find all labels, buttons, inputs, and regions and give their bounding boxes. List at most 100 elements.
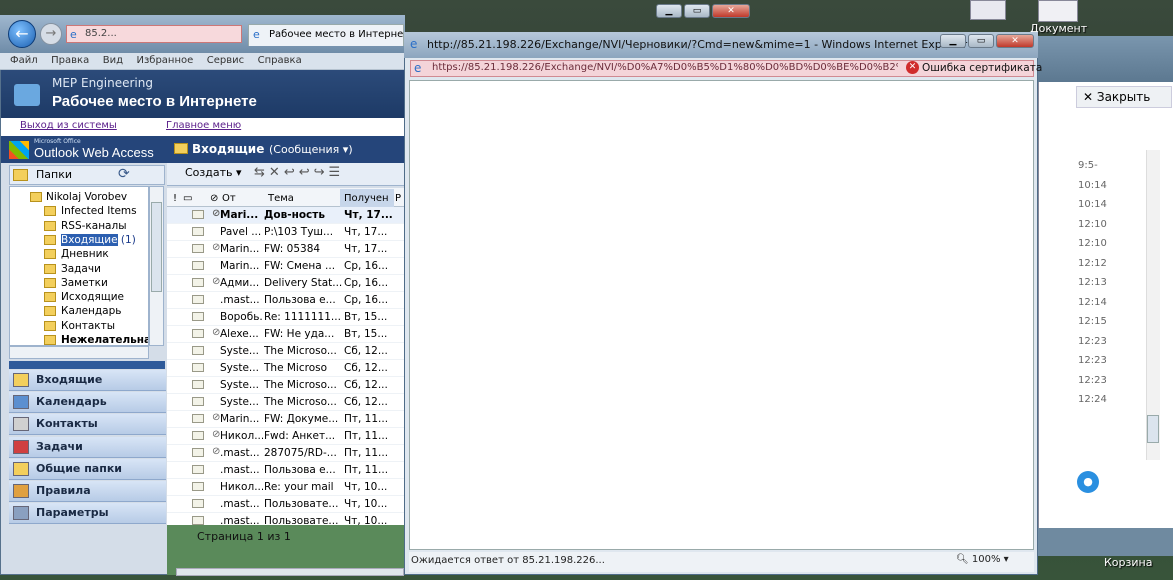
nav-splitter[interactable] [9,361,165,369]
ie-icon: e [410,37,418,51]
message-date: Чт, 10... [344,481,388,493]
message-row[interactable]: Syste... The Microso... Сб, 12... [167,343,404,360]
folder-item[interactable]: Задачи [61,263,101,275]
refresh-icon[interactable]: ⟳ [118,166,130,182]
menu-view[interactable]: Вид [103,53,123,69]
envelope-icon [192,499,204,508]
folder-item[interactable]: Календарь [61,305,121,317]
folder-item[interactable]: Контакты [61,320,115,332]
message-row[interactable]: .mast... Пользовате... Чт, 10... [167,513,404,525]
nav-button[interactable]: Входящие [9,370,166,391]
scrollbar-thumb[interactable] [151,202,162,292]
menu-help[interactable]: Справка [258,53,302,69]
message-row[interactable]: Syste... The Microso... Сб, 12... [167,394,404,411]
menu-file[interactable]: Файл [10,53,38,69]
folder-item[interactable]: Входящие (1) [61,233,136,246]
folder-item[interactable]: RSS-каналы [61,220,127,232]
browser-tab[interactable]: Рабочее место в Интернете [248,24,404,46]
message-row[interactable]: ⊘ Адми... Delivery Stat... Ср, 16... [167,275,404,292]
nav-button[interactable]: Задачи [9,436,166,458]
message-row[interactable]: .mast... Пользовате... Чт, 10... [167,496,404,513]
folder-icon [44,249,56,260]
create-button[interactable]: Создать ▾ [185,166,242,179]
reply-all-icon[interactable]: ↩ [299,165,314,180]
folder-item[interactable]: Дневник [61,248,109,260]
importance-col-icon[interactable]: ! [173,193,177,204]
nav-button[interactable]: Правила [9,481,166,502]
column-from[interactable]: От [222,193,236,204]
attach-col-icon[interactable]: ⊘ [210,193,218,204]
folder-item[interactable]: Заметки [61,277,108,289]
nav-button[interactable]: Общие папки [9,458,166,480]
minimize-icon[interactable]: ▁ [940,34,966,48]
forward-button[interactable]: → [40,23,62,45]
menu-favorites[interactable]: Избранное [136,53,193,69]
time-label: 12:13 [1078,277,1107,288]
message-date: Пт, 11... [344,447,389,459]
list-view-icon[interactable]: ☰ [329,165,345,180]
envelope-icon [192,380,204,389]
nav-button[interactable]: Контакты [9,414,166,436]
message-row[interactable]: ⊘ Alexe... FW: Не уда... Вт, 15... [167,326,404,343]
message-row[interactable]: Никол... Re: your mail Чт, 10... [167,479,404,496]
home-link[interactable]: Главное меню [166,120,241,131]
popup-url[interactable]: https://85.21.198.226/Exchange/NVI/%D0%A… [432,62,898,73]
message-row[interactable]: Воробь...Re: 1111111...Вт, 15... [167,309,404,326]
minimize-icon[interactable]: ▁ [656,4,682,18]
cert-error-icon[interactable]: ✕ [906,61,919,74]
maximize-icon[interactable]: ▭ [968,34,994,48]
popup-title: http://85.21.198.226/Exchange/NVI/Чернов… [427,38,968,51]
scrollbar-thumb[interactable] [1147,415,1159,443]
close-button[interactable]: ✕ Закрыть [1076,86,1172,108]
vertical-scrollbar[interactable] [1146,150,1160,460]
close-icon[interactable]: ✕ [712,4,750,18]
time-label: 12:10 [1078,218,1107,230]
address-bar[interactable]: 85.2... [66,25,242,43]
back-button[interactable]: ← [8,20,36,48]
delete-icon[interactable]: ✕ [269,165,284,180]
message-from: Адми... [220,277,260,289]
column-size[interactable]: Р [395,193,401,204]
forward-icon[interactable]: ↪ [314,165,329,180]
column-subject[interactable]: Тема [268,193,294,204]
recycle-bin-label[interactable]: Корзина [1104,556,1152,569]
nav-button[interactable]: Параметры [9,503,166,525]
message-row[interactable]: .mast... Пользова е... Ср, 16... [167,292,404,309]
message-date: Ср, 16... [344,277,389,289]
cert-error-label[interactable]: Ошибка сертификата [922,62,1042,74]
document-icon[interactable] [1038,0,1078,22]
message-row[interactable]: Syste... The Microso Сб, 12... [167,360,404,377]
menu-edit[interactable]: Правка [51,53,89,69]
message-row[interactable]: Syste... The Microso... Сб, 12... [167,377,404,394]
folder-item[interactable]: Nikolaj Vorobev [46,191,127,203]
message-row[interactable]: Marin... FW: Смена ... Ср, 16... [167,258,404,275]
logout-link[interactable]: Выход из системы [20,120,117,131]
desktop-document-label[interactable]: Документ [1030,22,1087,35]
reply-icon[interactable]: ↩ [284,165,299,180]
message-row[interactable]: ⊘ .mast... 287075/RD-... Пт, 11... [167,445,404,462]
message-row[interactable]: ⊘ Никол... Fwd: Анкет... Пт, 11... [167,428,404,445]
chat-icon[interactable]: ● [1077,471,1099,493]
horizontal-scrollbar[interactable] [176,568,404,576]
folder-item[interactable]: Нежелательна [61,334,148,345]
folder-item[interactable]: Исходящие [61,291,124,303]
column-received[interactable]: Получен [344,193,389,204]
message-row[interactable]: ⊘ Marin... FW: 05384 Чт, 17... [167,241,404,258]
nav-button[interactable]: Календарь [9,392,166,414]
nav-icon [13,417,29,432]
desktop-icon[interactable] [970,0,1006,20]
message-row[interactable]: ⊘ Marin... FW: Докуме... Пт, 11... [167,411,404,428]
type-col-icon[interactable]: ▭ [183,193,192,204]
maximize-icon[interactable]: ▭ [684,4,710,18]
close-icon[interactable]: ✕ [996,34,1034,48]
message-from: Syste... [220,379,259,391]
menu-tools[interactable]: Сервис [207,53,244,69]
message-row[interactable]: ⊘ Mari... Дов-ность Чт, 17... [167,207,404,224]
folder-item[interactable]: Infected Items [61,205,137,217]
message-row[interactable]: .mast... Пользова е... Пт, 11... [167,462,404,479]
view-selector[interactable]: (Сообщения ▾) [269,143,353,156]
tree-horizontal-scrollbar[interactable] [9,346,149,359]
zoom-control[interactable]: 🔍︎ 100% ▾ [956,554,1009,565]
message-row[interactable]: Pavel ... P:\103 Туш... Чт, 17... [167,224,404,241]
move-icon[interactable]: ⇆ [254,165,269,180]
